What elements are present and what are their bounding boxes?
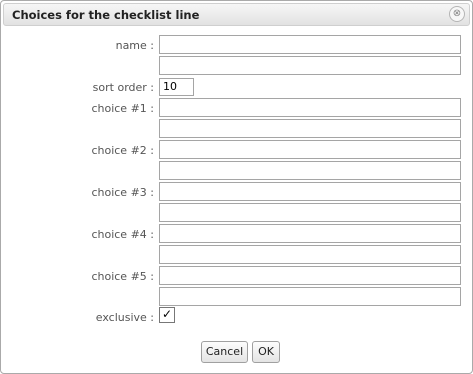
sort-order-label: sort order : <box>92 81 154 94</box>
choice-4-input-2[interactable] <box>159 245 461 264</box>
choice-4-label: choice #4 : <box>91 228 154 241</box>
checklist-choices-dialog: Choices for the checklist line ⊗ name : … <box>0 0 473 374</box>
choice-3-label: choice #3 : <box>91 186 154 199</box>
choice-5-label: choice #5 : <box>91 270 154 283</box>
sort-order-input[interactable]: 10 <box>159 78 194 96</box>
exclusive-checkbox[interactable]: ✓ <box>159 307 175 323</box>
choice-2-label: choice #2 : <box>91 144 154 157</box>
choice-1-input-1[interactable] <box>159 98 461 117</box>
choice-5-input-1[interactable] <box>159 266 461 285</box>
dialog-title: Choices for the checklist line <box>12 8 200 22</box>
choice-1-label: choice #1 : <box>91 102 154 115</box>
close-icon[interactable]: ⊗ <box>449 6 465 22</box>
choice-1-input-2[interactable] <box>159 119 461 138</box>
cancel-button[interactable]: Cancel <box>201 341 248 363</box>
dialog-titlebar[interactable]: Choices for the checklist line ⊗ <box>3 3 470 26</box>
choice-4-input-1[interactable] <box>159 224 461 243</box>
choice-5-input-2[interactable] <box>159 287 461 306</box>
name-label: name : <box>115 39 154 52</box>
name-input-2[interactable] <box>159 56 461 75</box>
choice-2-input-2[interactable] <box>159 161 461 180</box>
choice-3-input-1[interactable] <box>159 182 461 201</box>
ok-button[interactable]: OK <box>252 341 280 363</box>
choice-2-input-1[interactable] <box>159 140 461 159</box>
name-input-1[interactable] <box>159 35 461 54</box>
choice-3-input-2[interactable] <box>159 203 461 222</box>
exclusive-label: exclusive : <box>95 311 154 324</box>
